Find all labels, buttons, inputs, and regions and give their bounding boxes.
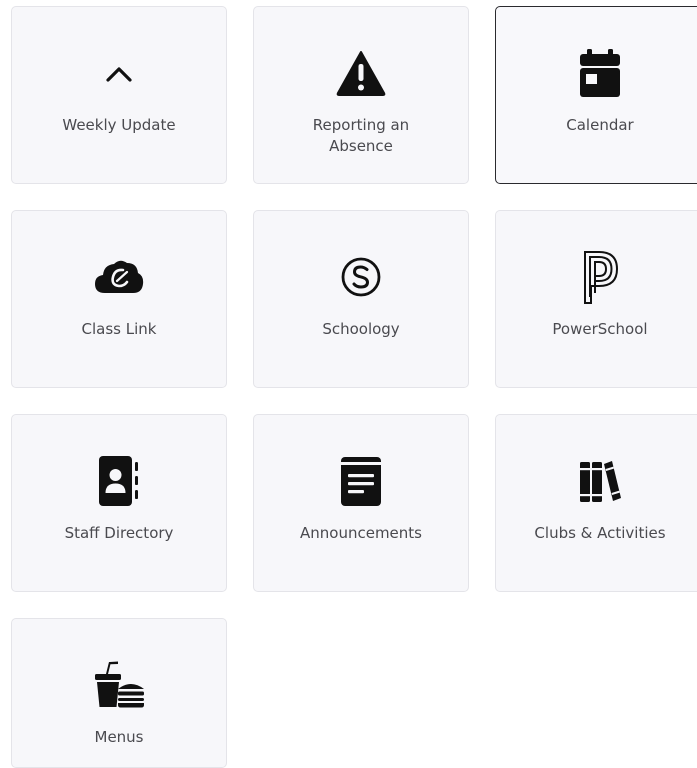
tile-weekly-update[interactable]: Weekly Update [11,6,227,184]
tile-class-link[interactable]: Class Link [11,210,227,388]
tile-label: Announcements [300,524,422,542]
schoology-icon [254,251,468,303]
tile-label: Schoology [322,320,400,338]
tile-announcements[interactable]: Announcements [253,414,469,592]
quick-links-grid: Weekly Update Reporting an Absence Calen… [0,0,697,768]
tile-schoology[interactable]: Schoology [253,210,469,388]
tile-label: Class Link [81,320,157,338]
tile-label: Staff Directory [64,524,174,542]
tile-label: PowerSchool [552,320,648,338]
tile-powerschool[interactable]: PowerSchool [495,210,697,388]
tile-label: Weekly Update [62,116,176,134]
contact-book-icon [12,455,226,507]
fast-food-icon [12,659,226,711]
classlink-cloud-icon [12,251,226,303]
tile-label: Clubs & Activities [534,524,666,542]
tile-label: Calendar [566,116,634,134]
tile-label: Menus [94,728,144,746]
calendar-icon [496,47,697,99]
powerschool-icon [496,251,697,304]
tile-menus[interactable]: Menus [11,618,227,768]
chevron-up-icon [12,47,226,99]
books-icon [496,455,697,507]
tile-calendar[interactable]: Calendar [495,6,697,184]
tile-label: Reporting an Absence [312,116,410,155]
tile-clubs-activities[interactable]: Clubs & Activities [495,414,697,592]
notepad-icon [254,455,468,507]
tile-staff-directory[interactable]: Staff Directory [11,414,227,592]
tile-reporting-an-absence[interactable]: Reporting an Absence [253,6,469,184]
warning-icon [254,47,468,99]
